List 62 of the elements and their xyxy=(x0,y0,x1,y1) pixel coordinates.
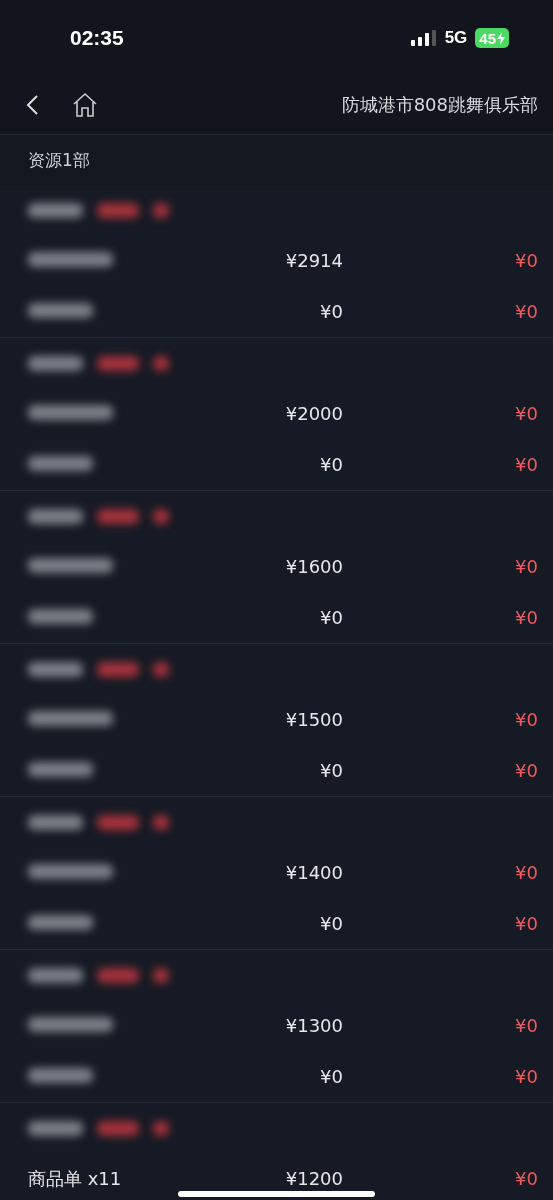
signal-icon xyxy=(410,30,437,46)
refund-value: ¥0 xyxy=(514,1066,538,1087)
blurred-tag xyxy=(153,202,169,218)
amount-value: ¥2000 xyxy=(284,403,343,424)
amount-value: ¥1500 xyxy=(284,709,343,730)
page-title: 防城港市808跳舞俱乐部 xyxy=(341,93,538,117)
amount-value: ¥0 xyxy=(319,913,343,934)
refund-value: ¥0 xyxy=(514,1015,538,1036)
blurred-text xyxy=(28,609,93,624)
amount-value: ¥1600 xyxy=(284,556,343,577)
refund-value: ¥0 xyxy=(514,760,538,781)
refund-value: ¥0 xyxy=(514,709,538,730)
back-button[interactable] xyxy=(26,94,40,116)
amount-value: ¥0 xyxy=(319,607,343,628)
amount-value: ¥2914 xyxy=(284,250,343,271)
amount-value: ¥1400 xyxy=(284,862,343,883)
blurred-tag xyxy=(97,355,139,371)
refund-value: ¥0 xyxy=(514,403,538,424)
blurred-tag xyxy=(97,202,139,218)
blurred-tag xyxy=(153,967,169,983)
refund-value: ¥0 xyxy=(514,607,538,628)
blurred-tag xyxy=(153,508,169,524)
blurred-text xyxy=(28,303,93,318)
refund-value: ¥0 xyxy=(514,913,538,934)
section-header: 资源1部 xyxy=(0,135,553,185)
blurred-text xyxy=(28,1120,83,1136)
battery-icon: 45 xyxy=(475,28,509,48)
refund-value: ¥0 xyxy=(514,862,538,883)
network-label: 5G xyxy=(444,28,468,48)
amount-value: ¥1200 xyxy=(284,1168,343,1189)
blurred-tag xyxy=(97,508,139,524)
refund-value: ¥0 xyxy=(514,454,538,475)
blurred-text xyxy=(28,355,83,371)
blurred-tag xyxy=(97,1120,139,1136)
blurred-tag xyxy=(153,355,169,371)
blurred-tag xyxy=(97,814,139,830)
row-label: 商品单 x11 xyxy=(28,1167,122,1189)
blurred-text xyxy=(28,762,93,777)
blurred-text xyxy=(28,456,93,471)
blurred-text xyxy=(28,1068,93,1083)
blurred-tag xyxy=(153,661,169,677)
refund-value: ¥0 xyxy=(514,250,538,271)
amount-value: ¥0 xyxy=(319,301,343,322)
status-time: 02:35 xyxy=(70,26,124,50)
refund-value: ¥0 xyxy=(514,1168,538,1189)
amount-value: ¥1300 xyxy=(284,1015,343,1036)
blurred-text xyxy=(28,967,83,983)
blurred-text xyxy=(28,661,83,677)
blurred-text xyxy=(28,915,93,930)
amount-value: ¥0 xyxy=(319,454,343,475)
blurred-text xyxy=(28,508,83,524)
blurred-tag xyxy=(153,1120,169,1136)
refund-value: ¥0 xyxy=(514,556,538,577)
blurred-text xyxy=(28,202,83,218)
blurred-tag xyxy=(153,814,169,830)
blurred-tag xyxy=(97,661,139,677)
amount-value: ¥0 xyxy=(319,760,343,781)
blurred-tag xyxy=(97,967,139,983)
refund-value: ¥0 xyxy=(514,301,538,322)
amount-value: ¥0 xyxy=(319,1066,343,1087)
home-button[interactable] xyxy=(72,92,98,118)
blurred-text xyxy=(28,814,83,830)
